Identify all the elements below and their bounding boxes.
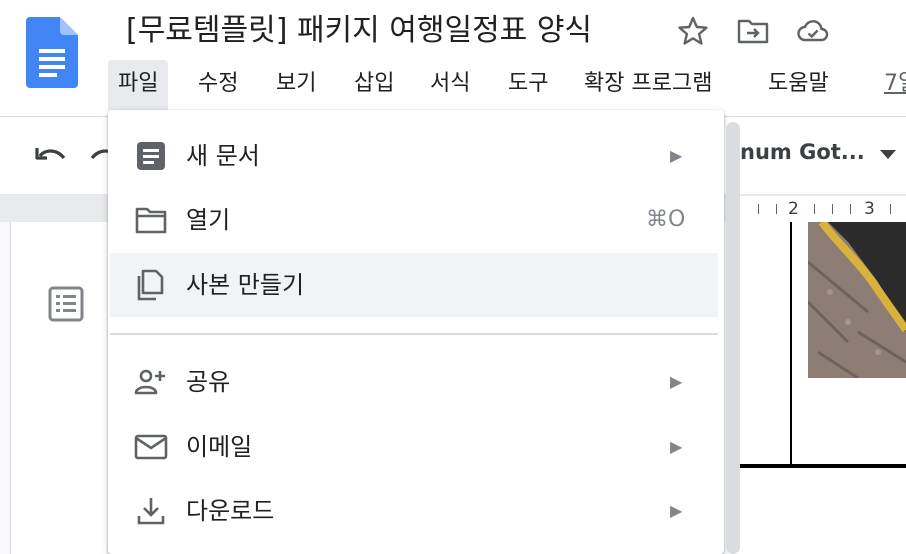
- outline-panel: [10, 222, 106, 554]
- photo-content: [808, 222, 906, 378]
- menu-format[interactable]: 서식: [420, 60, 480, 110]
- file-menu-dropdown: 새 문서 ▶ 열기 ⌘O 사본 만들기 공유 ▶ 이메일 ▶ 다운로드 ▶: [108, 110, 740, 554]
- menu-help[interactable]: 도움말: [758, 60, 839, 110]
- submenu-arrow-icon: ▶: [670, 146, 683, 165]
- star-icon[interactable]: [676, 14, 710, 48]
- cloud-saved-icon[interactable]: [796, 14, 830, 48]
- menu-item-label: 이메일: [186, 433, 253, 461]
- add-person-icon: [134, 369, 165, 395]
- menu-file[interactable]: 파일: [108, 60, 169, 110]
- menu-item-label: 열기: [186, 206, 231, 234]
- submenu-arrow-icon: ▶: [670, 437, 683, 456]
- menu-extensions[interactable]: 확장 프로그램: [574, 60, 722, 110]
- google-docs-logo[interactable]: [26, 17, 78, 88]
- submenu-arrow-icon: ▶: [670, 372, 683, 391]
- ruler-tick: [776, 204, 777, 214]
- outline-icon[interactable]: [46, 284, 86, 324]
- ruler-tick: [814, 204, 815, 214]
- menu-item-label: 사본 만들기: [186, 271, 305, 299]
- ruler-tick: [832, 204, 833, 214]
- menu-scrollbar[interactable]: [726, 122, 740, 554]
- ruler-number: 3: [864, 199, 875, 219]
- download-icon: [137, 498, 165, 525]
- menu-item-label: 새 문서: [186, 142, 260, 170]
- chevron-down-icon[interactable]: [880, 150, 896, 159]
- menu-item-email[interactable]: 이메일 ▶: [110, 415, 718, 479]
- submenu-arrow-icon: ▶: [670, 501, 683, 520]
- menu-item-label: 다운로드: [186, 497, 275, 525]
- inserted-photo[interactable]: [808, 222, 906, 378]
- table-border: [728, 464, 906, 468]
- menu-tools[interactable]: 도구: [498, 60, 558, 110]
- menu-item-make-copy[interactable]: 사본 만들기: [110, 253, 718, 317]
- menu-item-label: 공유: [186, 368, 231, 396]
- menu-item-new-document[interactable]: 새 문서 ▶: [110, 124, 718, 188]
- document-title[interactable]: [무료템플릿] 패키지 여행일정표 양식: [126, 10, 592, 52]
- last-edit-link[interactable]: 7일: [874, 60, 906, 110]
- table-border: [790, 222, 792, 467]
- menu-edit[interactable]: 수정: [188, 60, 248, 110]
- horizontal-ruler[interactable]: 2 3: [740, 196, 906, 222]
- shortcut-hint: ⌘O: [646, 207, 686, 232]
- mail-icon: [134, 434, 168, 460]
- menu-view[interactable]: 보기: [266, 60, 326, 110]
- document-icon: [137, 142, 165, 170]
- menu-insert[interactable]: 삽입: [344, 60, 404, 110]
- ruler-tick: [758, 204, 759, 214]
- ruler-number: 2: [788, 199, 799, 219]
- ruler-tick: [890, 204, 891, 214]
- undo-icon[interactable]: [34, 144, 70, 172]
- ruler-tick: [850, 204, 851, 214]
- menu-item-open[interactable]: 열기 ⌘O: [110, 188, 718, 252]
- font-family-select[interactable]: num Got...: [740, 140, 865, 164]
- folder-icon: [135, 207, 167, 234]
- menu-item-share[interactable]: 공유 ▶: [110, 350, 718, 414]
- move-to-folder-icon[interactable]: [736, 14, 770, 48]
- menu-divider: [110, 333, 718, 335]
- menu-item-download[interactable]: 다운로드 ▶: [110, 479, 718, 543]
- copy-icon: [137, 269, 164, 301]
